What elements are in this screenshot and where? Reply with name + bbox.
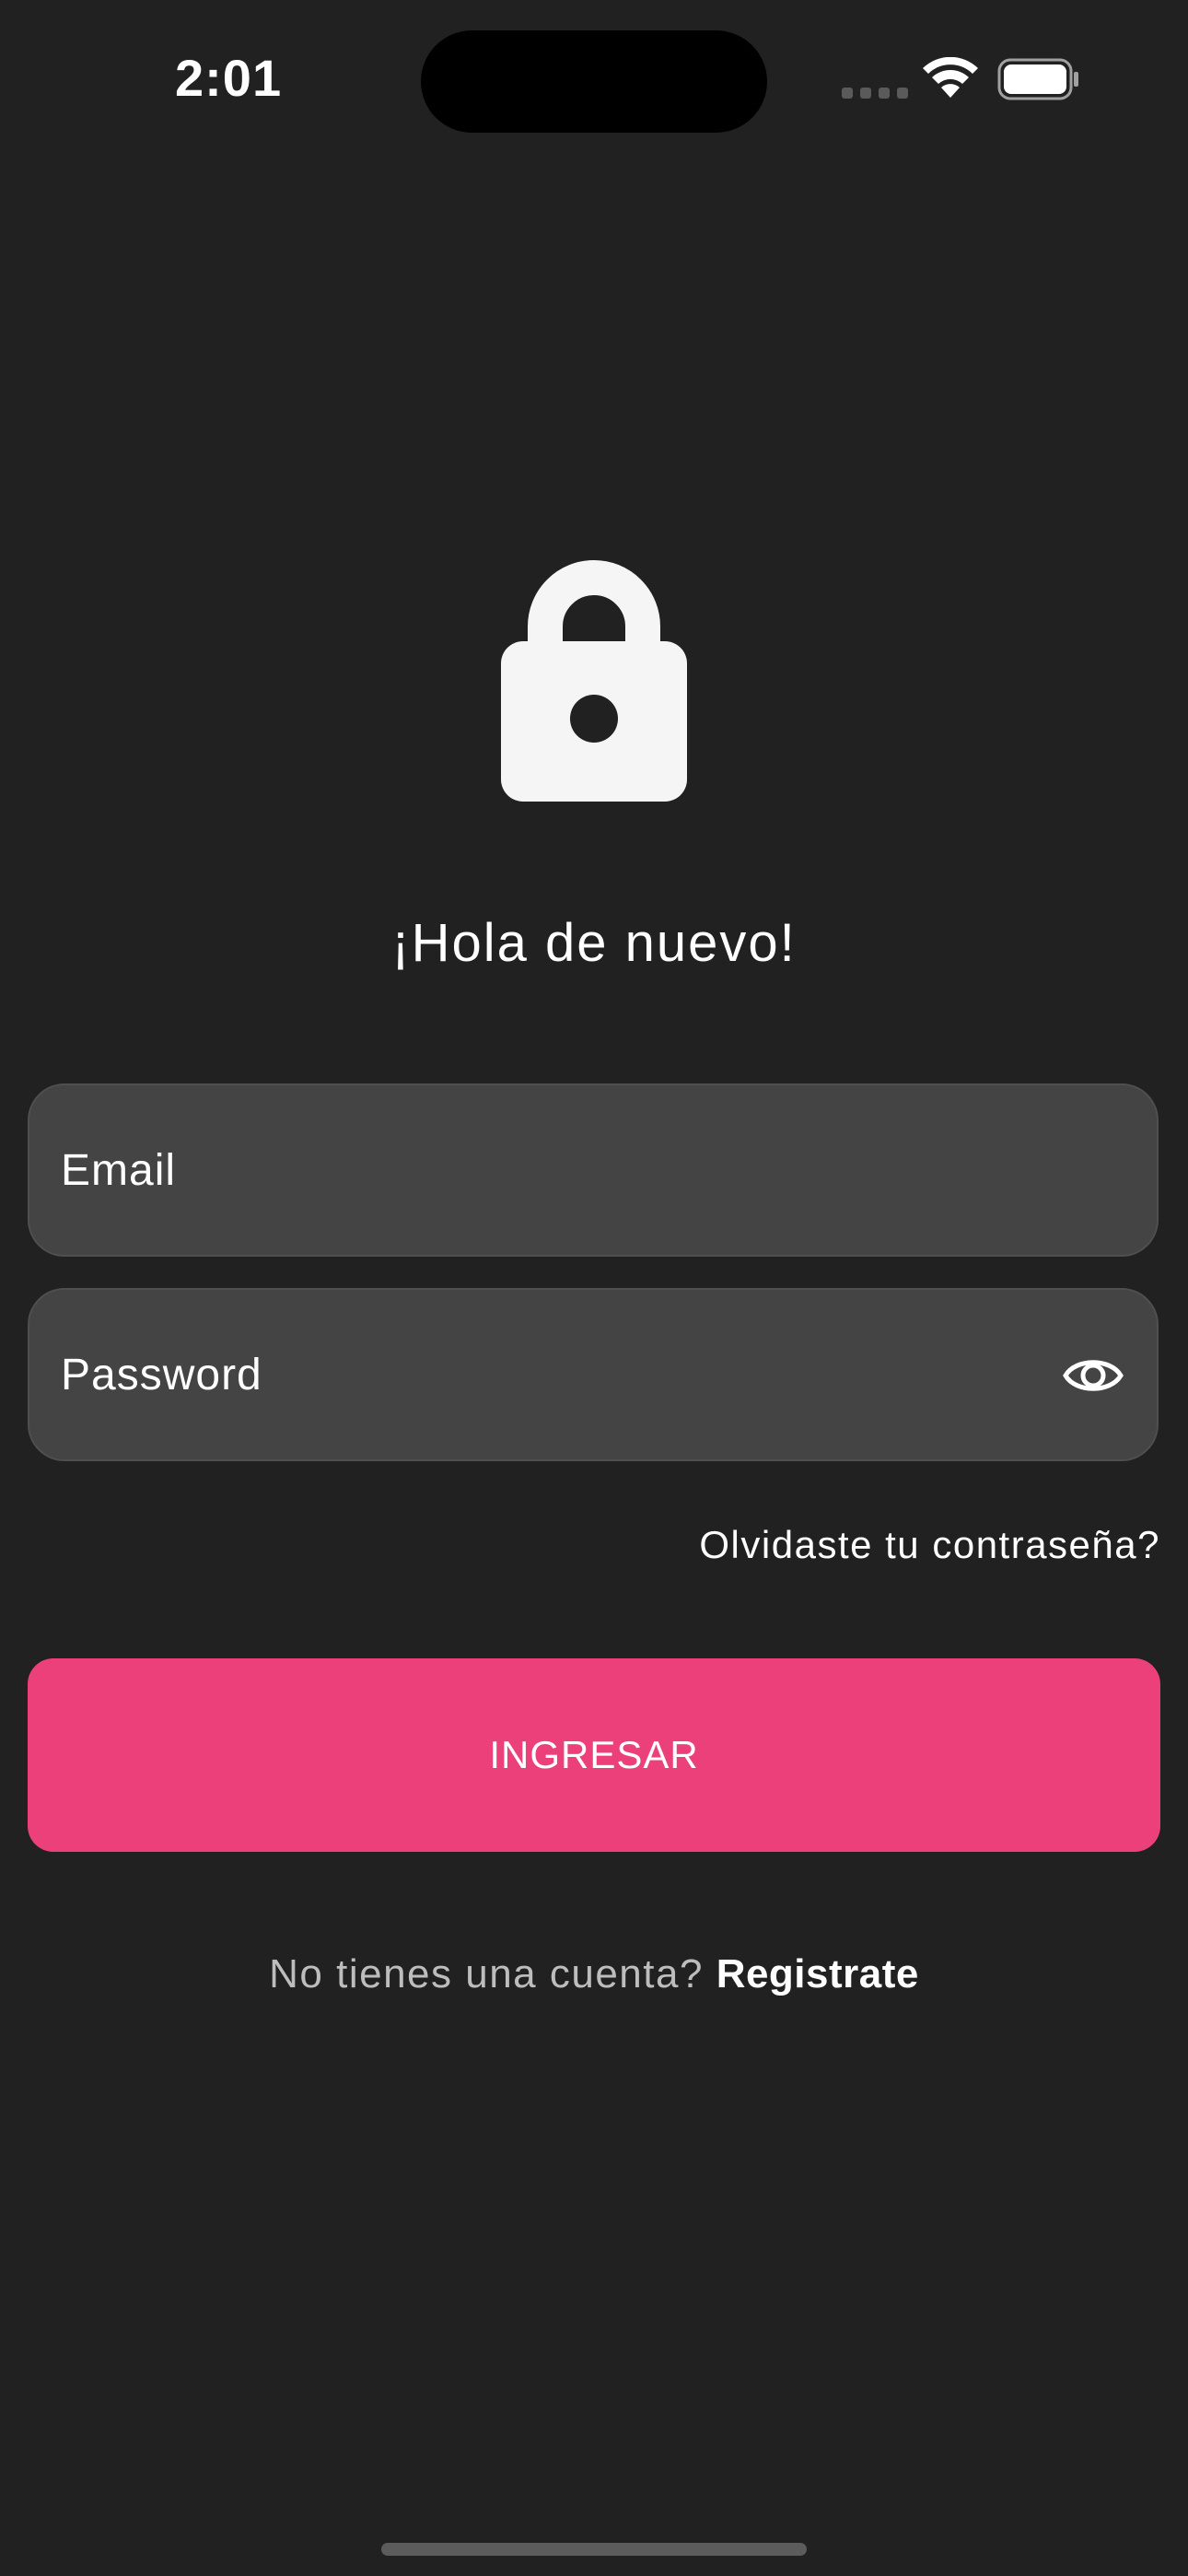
wifi-icon	[923, 57, 978, 98]
lock-icon	[501, 560, 687, 802]
email-field[interactable]	[28, 1083, 1159, 1257]
register-prompt: No tienes una cuenta?	[269, 1951, 704, 1996]
register-row: No tienes una cuenta? Registrate	[0, 1951, 1188, 1997]
login-button[interactable]: INGRESAR	[28, 1658, 1160, 1852]
status-time: 2:01	[175, 49, 283, 107]
greeting-title: ¡Hola de nuevo!	[391, 913, 797, 973]
battery-icon	[997, 58, 1078, 100]
cellular-signal-icon	[842, 88, 908, 99]
email-input[interactable]	[61, 1085, 1019, 1255]
eye-icon[interactable]	[1063, 1351, 1124, 1400]
password-field[interactable]	[28, 1288, 1159, 1461]
forgot-password-link[interactable]: Olvidaste tu contraseña?	[699, 1523, 1160, 1567]
dynamic-island	[421, 30, 767, 133]
password-input[interactable]	[61, 1290, 1019, 1459]
register-link[interactable]: Registrate	[716, 1951, 919, 1996]
home-indicator[interactable]	[381, 2543, 807, 2556]
